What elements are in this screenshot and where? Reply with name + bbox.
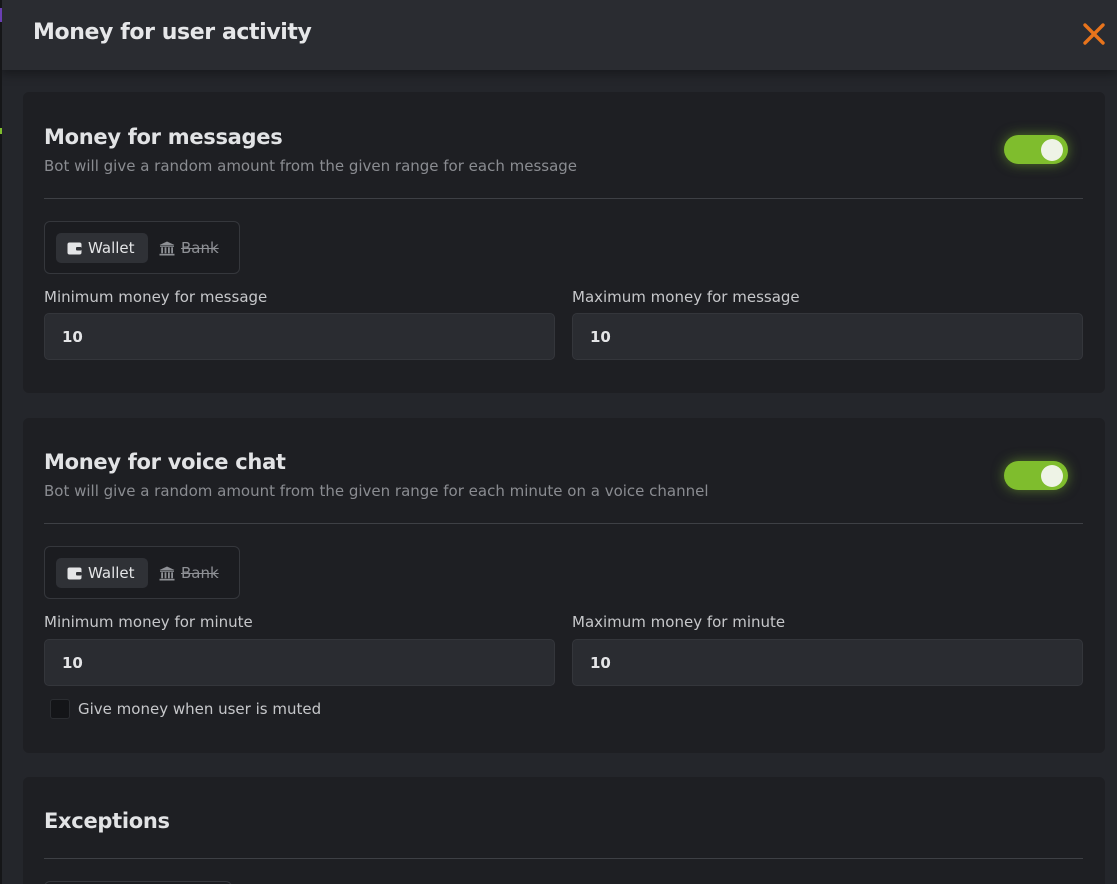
voice-description: Bot will give a random amount from the g… (44, 482, 709, 500)
modal-title: Money for user activity (33, 20, 312, 45)
wallet-label: Wallet (88, 564, 135, 582)
voice-section: Money for voice chat Bot will give a ran… (23, 418, 1105, 753)
messages-min-input[interactable]: 10 (44, 313, 555, 360)
voice-title: Money for voice chat (44, 450, 286, 474)
muted-checkbox[interactable] (50, 699, 70, 719)
bank-label: Bank (181, 239, 219, 257)
toggle-knob (1041, 138, 1063, 161)
modal-header: Money for user activity (0, 0, 1117, 70)
wallet-label: Wallet (88, 239, 135, 257)
messages-section: Money for messages Bot will give a rando… (23, 92, 1105, 393)
messages-description: Bot will give a random amount from the g… (44, 157, 578, 175)
divider (44, 198, 1083, 199)
muted-checkbox-label[interactable]: Give money when user is muted (78, 700, 321, 718)
voice-target-selector: Wallet Bank (44, 546, 240, 599)
messages-max-input[interactable]: 10 (572, 313, 1083, 360)
messages-enabled-toggle[interactable] (1004, 135, 1068, 164)
voice-enabled-toggle[interactable] (1004, 461, 1068, 490)
bank-icon (159, 566, 175, 580)
bank-label: Bank (181, 564, 219, 582)
background-edge (0, 0, 2, 884)
messages-wallet-option[interactable]: Wallet (56, 233, 148, 263)
divider (44, 523, 1083, 524)
wallet-icon (67, 567, 82, 580)
close-icon[interactable] (1080, 20, 1108, 48)
messages-max-label: Maximum money for message (572, 288, 800, 306)
messages-bank-option[interactable]: Bank (156, 233, 228, 263)
divider (44, 858, 1083, 859)
messages-title: Money for messages (44, 125, 283, 149)
exceptions-title: Exceptions (44, 809, 170, 833)
toggle-knob (1041, 464, 1063, 487)
voice-bank-option[interactable]: Bank (156, 558, 228, 588)
voice-min-input[interactable]: 10 (44, 639, 555, 686)
voice-min-label: Minimum money for minute (44, 613, 253, 631)
messages-target-selector: Wallet Bank (44, 221, 240, 274)
wallet-icon (67, 242, 82, 255)
messages-min-label: Minimum money for message (44, 288, 268, 306)
bank-icon (159, 241, 175, 255)
close-button[interactable] (1080, 20, 1108, 48)
exceptions-section: Exceptions (23, 777, 1105, 884)
voice-max-input[interactable]: 10 (572, 639, 1083, 686)
voice-wallet-option[interactable]: Wallet (56, 558, 148, 588)
modal: Money for user activity Money for messag… (0, 0, 1117, 884)
voice-max-label: Maximum money for minute (572, 613, 786, 631)
